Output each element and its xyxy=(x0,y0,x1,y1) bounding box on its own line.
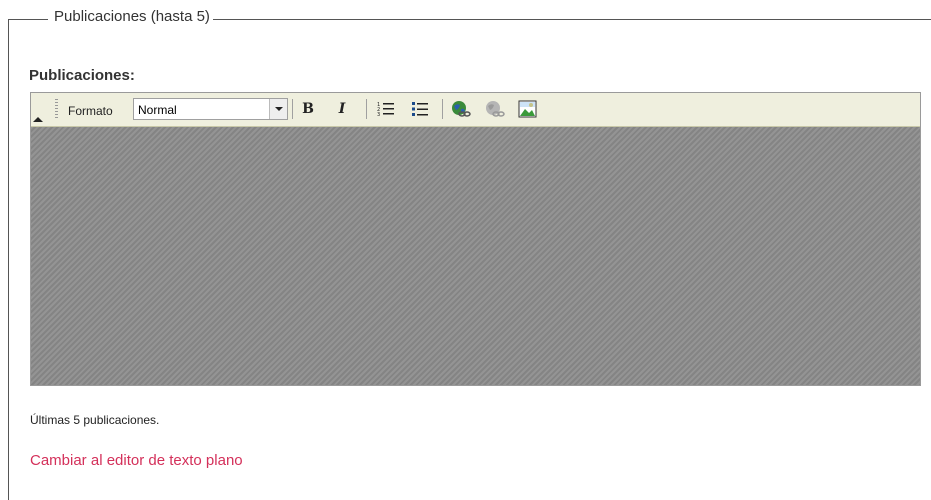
format-label: Formato xyxy=(68,104,113,118)
fieldset-legend: Publicaciones (hasta 5) xyxy=(48,8,213,25)
image-icon xyxy=(518,100,537,118)
globe-link-icon xyxy=(452,101,471,117)
toolbar-separator xyxy=(442,99,443,119)
editor-content-area[interactable] xyxy=(31,127,920,385)
toolbar-separator xyxy=(292,99,293,119)
ordered-list-icon: 1 2 3 xyxy=(377,102,394,118)
rich-text-editor: Formato Normal B I 1 2 3 xyxy=(30,92,921,386)
svg-text:3: 3 xyxy=(377,112,380,118)
help-text: Últimas 5 publicaciones. xyxy=(30,413,160,427)
remove-link-button[interactable] xyxy=(485,100,505,118)
insert-image-button[interactable] xyxy=(518,100,537,118)
chevron-down-icon[interactable] xyxy=(269,99,287,119)
format-select[interactable]: Normal xyxy=(133,98,288,120)
globe-unlink-icon xyxy=(486,101,505,117)
toolbar-separator xyxy=(366,99,367,119)
bold-button[interactable]: B xyxy=(299,100,317,118)
editor-toolbar: Formato Normal B I 1 2 3 xyxy=(31,93,920,127)
unordered-list-icon xyxy=(412,102,428,116)
ordered-list-button[interactable]: 1 2 3 xyxy=(377,100,395,118)
toolbar-collapse-icon[interactable] xyxy=(33,117,43,122)
italic-button[interactable]: I xyxy=(333,100,351,118)
toolbar-grip-icon[interactable] xyxy=(55,99,58,118)
switch-to-plain-text-link[interactable]: Cambiar al editor de texto plano xyxy=(30,452,243,469)
format-select-value: Normal xyxy=(138,103,177,117)
insert-link-button[interactable] xyxy=(451,100,471,118)
unordered-list-button[interactable] xyxy=(411,100,429,118)
publications-label: Publicaciones: xyxy=(29,67,135,84)
